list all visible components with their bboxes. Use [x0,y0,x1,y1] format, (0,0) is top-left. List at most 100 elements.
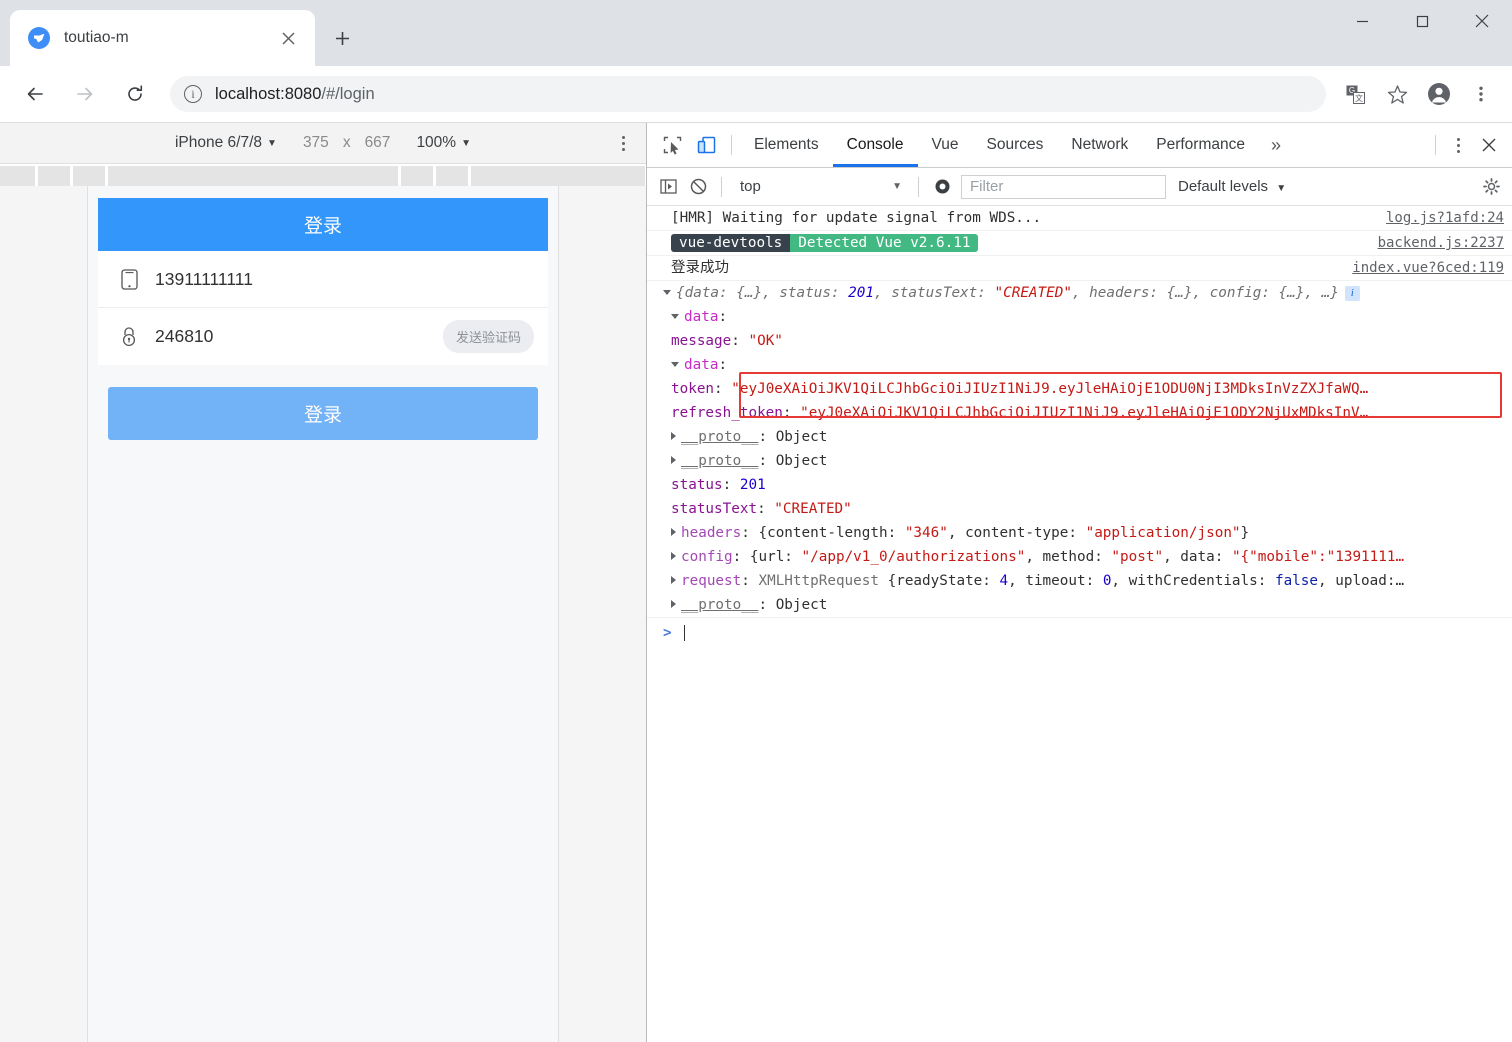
device-more-options-icon[interactable] [612,132,634,154]
device-width-input[interactable]: 375 [303,134,329,152]
address-bar[interactable]: i localhost:8080/#/login [170,76,1326,112]
property-key: refresh_token [671,405,783,421]
toolbar-divider [1435,135,1436,155]
console-source-link[interactable]: backend.js:2237 [1378,232,1504,254]
tab-performance[interactable]: Performance [1142,123,1259,167]
more-tabs-icon[interactable]: » [1259,135,1293,156]
device-height-input[interactable]: 667 [365,134,391,152]
execution-context-select[interactable]: top ▼ [730,175,910,199]
site-info-icon[interactable]: i [184,85,202,103]
console-output[interactable]: [HMR] Waiting for update signal from WDS… [647,206,1512,1042]
tab-console[interactable]: Console [833,123,918,167]
tab-network[interactable]: Network [1057,123,1142,167]
translate-icon[interactable]: G 文 [1337,76,1373,112]
expand-triangle-icon[interactable] [671,362,679,367]
phone-icon [118,268,140,290]
star-icon[interactable] [1379,76,1415,112]
clear-console-icon[interactable] [683,172,713,202]
zoom-select[interactable]: 100%▼ [416,134,471,152]
tree-row-config[interactable]: config: {url: "/app/v1_0/authorizations"… [647,545,1512,569]
main-split: iPhone 6/7/8▼ 375 x 667 100%▼ [0,122,1512,1042]
tree-row-data[interactable]: data: [647,305,1512,329]
zoom-label: 100% [416,134,456,151]
config-url: "/app/v1_0/authorizations" [802,549,1026,565]
expand-triangle-icon[interactable] [671,552,676,560]
property-key: status [671,477,723,493]
login-submit-button[interactable]: 登录 [108,387,538,440]
property-key: data [684,357,718,373]
headers-open: {content-length: [758,525,904,541]
tree-row-request[interactable]: request: XMLHttpRequest {readyState: 4, … [647,569,1512,593]
phone-field[interactable]: 13911111111 [98,251,548,308]
property-value: "OK" [748,333,782,349]
avatar-icon[interactable] [1421,76,1457,112]
device-toolbar-icon[interactable] [689,128,723,162]
summary-prefix: {data: {…}, status: [676,285,848,301]
console-source-link[interactable]: log.js?1afd:24 [1386,207,1504,229]
url-text: localhost:8080/#/login [215,85,375,104]
new-tab-button[interactable] [325,21,359,55]
forward-icon[interactable] [65,74,105,114]
send-code-button[interactable]: 发送验证码 [443,320,534,353]
expand-triangle-icon[interactable] [671,432,676,440]
expand-triangle-icon[interactable] [671,528,676,536]
eye-icon[interactable] [927,172,957,202]
console-filter-input[interactable]: Filter [961,175,1166,199]
expand-triangle-icon[interactable] [671,314,679,319]
tree-row-inner-data[interactable]: data: [647,353,1512,377]
request-mid: , timeout: [1008,573,1103,589]
window-close-icon[interactable] [1452,0,1512,42]
tree-row-proto-inner[interactable]: __proto__: Object [647,425,1512,449]
expand-triangle-icon[interactable] [671,600,676,608]
property-key: config [681,549,733,565]
expand-triangle-icon[interactable] [671,576,676,584]
device-select[interactable]: iPhone 6/7/8▼ [175,134,277,152]
property-key: token [671,381,714,397]
text-caret [684,625,685,641]
device-viewport[interactable]: 登录 13911111111 [0,186,646,1042]
maximize-icon[interactable] [1392,0,1452,42]
inspect-cursor-icon[interactable] [655,128,689,162]
code-field[interactable]: 246810 发送验证码 [98,308,548,365]
ruler-segment [471,166,503,186]
info-badge-icon[interactable]: i [1345,286,1360,301]
devtools-settings-icon[interactable] [1444,131,1472,159]
console-source-link[interactable]: index.vue?6ced:119 [1352,257,1504,279]
expand-triangle-icon[interactable] [671,456,676,464]
reload-icon[interactable] [115,74,155,114]
console-sidebar-icon[interactable] [653,172,683,202]
phone-input-value[interactable]: 13911111111 [155,269,534,290]
gear-icon[interactable] [1476,172,1506,202]
device-toolbar: iPhone 6/7/8▼ 375 x 667 100%▼ [0,123,646,164]
tab-elements[interactable]: Elements [740,123,833,167]
expand-triangle-icon[interactable] [663,290,671,295]
url-path: /#/login [321,85,374,103]
ruler-segment [0,166,38,186]
browser-toolbar: i localhost:8080/#/login G 文 [0,66,1512,122]
console-object-summary[interactable]: {data: {…}, status: 201, statusText: "CR… [647,281,1512,305]
chevron-down-icon: ▼ [1276,183,1286,194]
code-input-value[interactable]: 246810 [155,326,443,347]
console-prompt[interactable]: > [647,617,1512,648]
back-icon[interactable] [15,74,55,114]
log-levels-select[interactable]: Default levels ▼ [1178,178,1286,195]
browser-menu-icon[interactable] [1463,76,1499,112]
request-mid2: , withCredentials: [1111,573,1275,589]
headers-content-length: "346" [905,525,948,541]
detected-vue-badge: Detected Vue v2.6.11 [790,234,978,252]
devtools-right-controls [1427,128,1512,162]
login-header-title: 登录 [304,211,342,238]
close-icon[interactable] [275,25,301,51]
tree-row-headers[interactable]: headers: {content-length: "346", content… [647,521,1512,545]
browser-tab[interactable]: toutiao-m [10,10,315,66]
tree-row-proto-root[interactable]: __proto__: Object [647,593,1512,617]
minimize-icon[interactable] [1332,0,1392,42]
execution-context-label: top [740,178,761,195]
tab-strip: toutiao-m [0,0,1512,66]
tab-vue[interactable]: Vue [918,123,973,167]
summary-suffix: , headers: {…}, config: {…}, …} [1072,285,1339,301]
property-key: __proto__ [681,597,758,613]
tree-row-proto-data[interactable]: __proto__: Object [647,449,1512,473]
devtools-close-icon[interactable] [1472,128,1506,162]
tab-sources[interactable]: Sources [973,123,1058,167]
